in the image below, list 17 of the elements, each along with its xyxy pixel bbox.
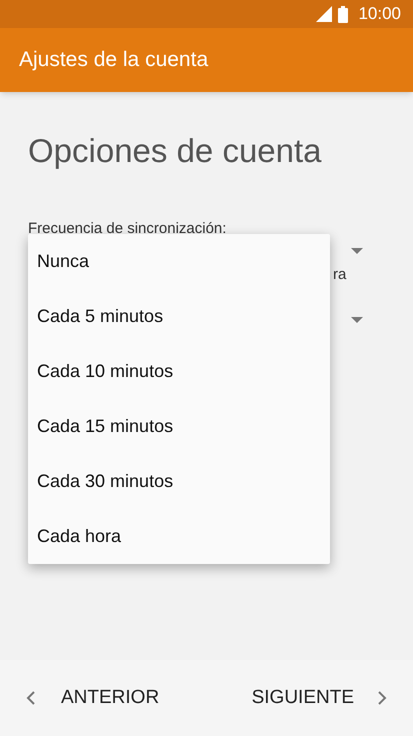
menu-item[interactable]: Cada 10 minutos (28, 344, 330, 399)
menu-item[interactable]: Cada 5 minutos (28, 289, 330, 344)
previous-button[interactable]: ANTERIOR (26, 684, 160, 712)
dropdown-arrow-icon[interactable] (351, 316, 363, 322)
dropdown-arrow-icon[interactable] (351, 248, 363, 254)
app-bar-title: Ajustes de la cuenta (19, 47, 208, 74)
menu-item[interactable]: Cada 15 minutos (28, 399, 330, 454)
menu-item[interactable]: Cada 30 minutos (28, 454, 330, 509)
field-label: ra (333, 265, 346, 285)
battery-icon (338, 6, 348, 22)
chevron-right-icon (378, 691, 387, 705)
next-button[interactable]: SIGUIENTE (252, 684, 387, 712)
signal-icon (316, 6, 332, 22)
chevron-left-icon (26, 691, 35, 705)
page-heading: Opciones de cuenta (28, 131, 323, 171)
clock-time: 10:00 (358, 3, 401, 26)
menu-item[interactable]: Cada hora (28, 509, 330, 564)
